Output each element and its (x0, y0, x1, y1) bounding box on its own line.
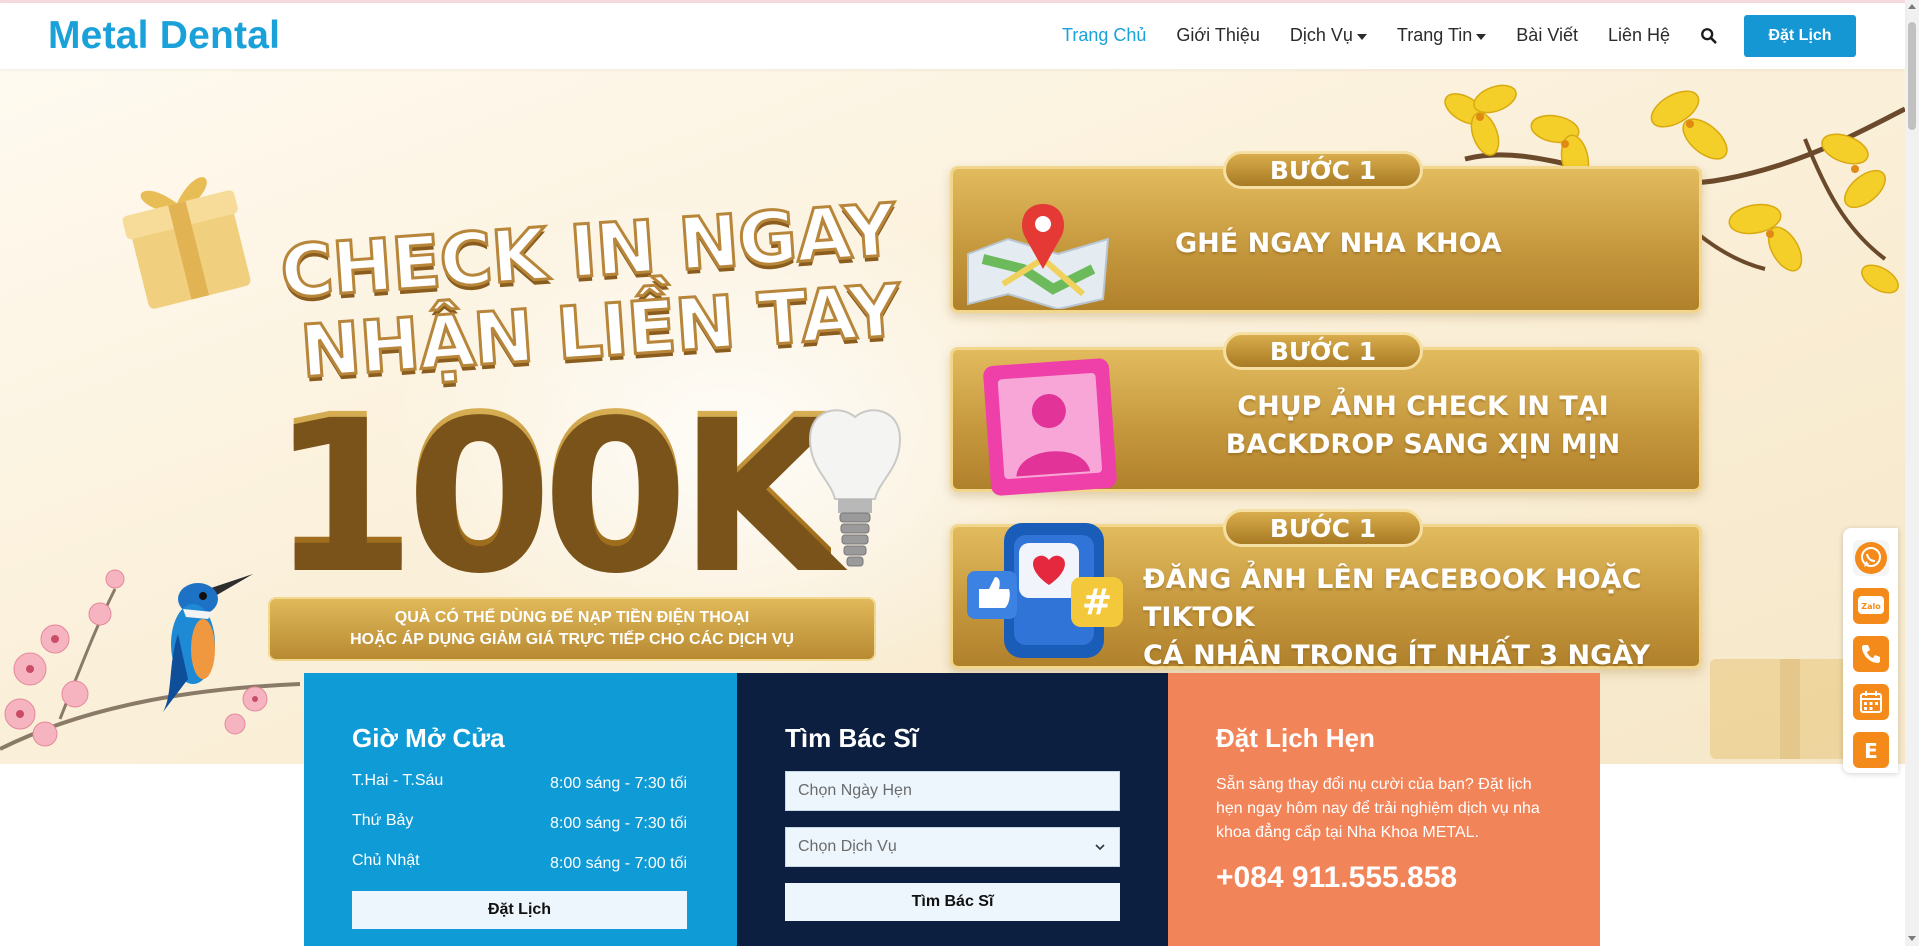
scrollbar-thumb[interactable] (1908, 22, 1916, 130)
find-doctor-panel: Tìm Bác Sĩ Chọn Ngày Hẹn Chọn Dịch Vụ Tì… (737, 673, 1168, 946)
appointment-title: Đặt Lịch Hẹn (1216, 723, 1375, 753)
service-select[interactable]: Chọn Dịch Vụ (785, 827, 1120, 867)
date-field-placeholder: Chọn Ngày Hẹn (798, 782, 912, 799)
hours-time: 8:00 sáng - 7:30 tối (550, 815, 687, 832)
whatsapp-button[interactable] (1853, 540, 1889, 576)
nav-item-label: Giới Thiệu (1176, 25, 1260, 45)
hours-day: Chủ Nhật (352, 852, 420, 869)
nav-item-contact[interactable]: Liên Hệ (1608, 25, 1670, 46)
whatsapp-icon (1855, 542, 1887, 574)
nav-item-label: Trang Tin (1396, 25, 1473, 45)
email-icon: E (1864, 739, 1878, 763)
step-card-2: BƯỚC 1 CHỤP ẢNH CHECK IN TẠI BACKDROP SA… (950, 332, 1702, 496)
calendar-button[interactable] (1853, 684, 1889, 720)
step-2-line1: CHỤP ẢNH CHECK IN TẠI (1237, 391, 1609, 422)
nav-item-about[interactable]: Giới Thiệu (1176, 25, 1260, 46)
appointment-description: Sẵn sàng thay đổi nụ cười của bạn? Đặt l… (1216, 776, 1540, 841)
caret-down-icon (1476, 33, 1487, 40)
main-nav: Trang Chủ Giới Thiệu Dịch Vụ Trang Tin B… (1062, 25, 1752, 46)
hours-book-button[interactable]: Đặt Lịch (352, 891, 687, 929)
gift-box-image (122, 177, 251, 309)
step-2-line2: BACKDROP SANG XỊN MỊN (1225, 429, 1621, 460)
step-1-text: GHÉ NGAY NHA KHOA (1175, 228, 1502, 259)
gift-info-line1: QUÀ CÓ THỂ DÙNG ĐỂ NẠP TIỀN ĐIỆN THOẠI (394, 609, 750, 626)
phone-button[interactable] (1853, 636, 1889, 672)
svg-text:Zalo: Zalo (1861, 602, 1881, 611)
nav-item-posts[interactable]: Bài Viết (1516, 25, 1578, 46)
hours-day: Thứ Bảy (352, 812, 414, 829)
hero-banner: CHECK IN NGAY NHẬN LIỀN TAY 100K QUÀ CÓ … (0, 69, 1905, 764)
caret-down-icon (1356, 33, 1367, 40)
step-card-1: BƯỚC 1 GHÉ NGAY NHA KHOA (950, 151, 1702, 313)
hours-day: T.Hai - T.Sáu (352, 772, 444, 789)
date-field[interactable]: Chọn Ngày Hẹn (785, 771, 1120, 811)
floating-contact-bar: Zalo E (1843, 528, 1898, 773)
nav-item-label: Bài Viết (1516, 25, 1579, 45)
nav-item-services[interactable]: Dịch Vụ (1290, 25, 1367, 46)
map-pin-icon (967, 204, 1110, 309)
calendar-icon (1860, 691, 1882, 713)
opening-hours-title: Giờ Mở Cửa (352, 723, 505, 753)
step-card-3: BƯỚC 1 # ĐĂNG ẢNH LÊN FACEBOOK HOẶC TIKT… (950, 509, 1702, 671)
page: Metal Dental Trang Chủ Giới Thiệu Dịch V… (0, 0, 1919, 946)
nav-item-home[interactable]: Trang Chủ (1062, 25, 1146, 46)
step-tag: BƯỚC 1 (1223, 509, 1423, 547)
page-scrollbar[interactable] (1905, 0, 1919, 946)
svg-text:E: E (1864, 739, 1878, 763)
step-2-text: CHỤP ẢNH CHECK IN TẠI BACKDROP SANG XỊN … (1163, 388, 1683, 464)
nav-item-label: Liên Hệ (1608, 25, 1671, 45)
email-button[interactable]: E (1853, 732, 1889, 768)
phone-icon (1862, 645, 1880, 663)
scroll-up-arrow-icon[interactable] (1908, 4, 1916, 9)
navbar: Metal Dental Trang Chủ Giới Thiệu Dịch V… (0, 3, 1905, 69)
book-appointment-button[interactable]: Đặt Lịch (1744, 15, 1856, 57)
brand-logo[interactable]: Metal Dental (48, 14, 280, 58)
step-3-text: ĐĂNG ẢNH LÊN FACEBOOK HOẶC TIKTOK CÁ NHÂ… (1143, 561, 1699, 675)
photo-frame-icon (983, 358, 1117, 496)
svg-text:#: # (1082, 582, 1112, 623)
scroll-down-arrow-icon[interactable] (1908, 936, 1916, 941)
zalo-button[interactable]: Zalo (1853, 588, 1889, 624)
nav-item-news[interactable]: Trang Tin (1396, 25, 1487, 46)
step-3-line2: CÁ NHÂN TRONG ÍT NHẤT 3 NGÀY (1143, 640, 1651, 671)
step-3-line1: ĐĂNG ẢNH LÊN FACEBOOK HOẶC TIKTOK (1143, 564, 1642, 633)
step-tag: BƯỚC 1 (1223, 332, 1423, 370)
step-tag: BƯỚC 1 (1223, 151, 1423, 189)
hours-time: 8:00 sáng - 7:30 tối (550, 775, 687, 792)
find-doctor-button[interactable]: Tìm Bác Sĩ (785, 883, 1120, 921)
nav-item-label: Dịch Vụ (1289, 25, 1353, 45)
gift-info-banner: QUÀ CÓ THỂ DÙNG ĐỂ NẠP TIỀN ĐIỆN THOẠI H… (268, 597, 876, 661)
opening-hours-panel: Giờ Mở Cửa T.Hai - T.Sáu 8:00 sáng - 7:3… (304, 673, 737, 946)
zalo-icon: Zalo (1858, 596, 1884, 614)
appointment-panel: Đặt Lịch Hẹn Sẵn sàng thay đổi nụ cười c… (1168, 673, 1600, 946)
find-doctor-title: Tìm Bác Sĩ (785, 723, 918, 753)
appointment-phone[interactable]: +084 911.555.858 (1216, 861, 1457, 895)
dental-implant-image (808, 409, 902, 567)
kingfisher-bird-image (163, 574, 253, 712)
gift-info-line2: HOẶC ÁP DỤNG GIẢM GIÁ TRỰC TIẾP CHO CÁC … (350, 631, 794, 648)
hours-time: 8:00 sáng - 7:00 tối (550, 855, 687, 872)
search-icon[interactable] (1700, 27, 1718, 45)
hero-amount: 100K (270, 369, 841, 614)
nav-item-label: Trang Chủ (1062, 25, 1147, 45)
social-media-icon: # (967, 523, 1123, 658)
service-select-value: Chọn Dịch Vụ (798, 838, 897, 855)
chevron-down-icon (1095, 844, 1105, 851)
